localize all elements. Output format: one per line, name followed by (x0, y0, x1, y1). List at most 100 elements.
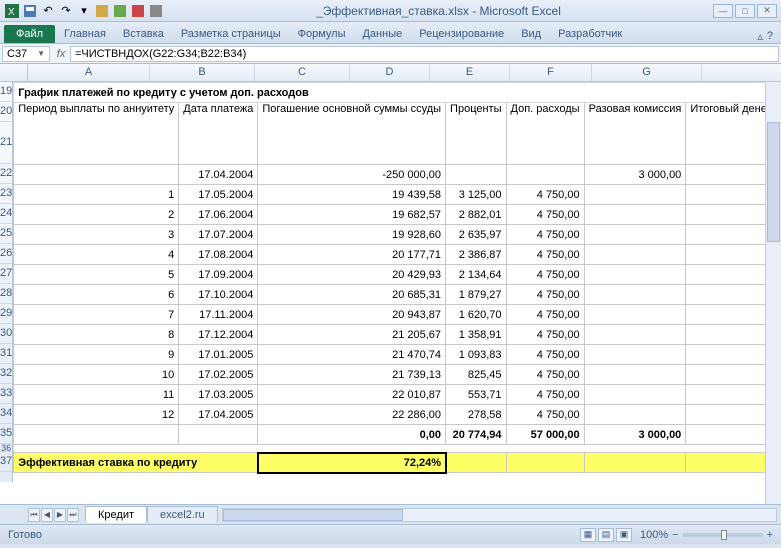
sheet-nav-next-icon[interactable]: ▶ (54, 508, 66, 522)
cell[interactable]: 11 (14, 385, 179, 405)
cell[interactable] (584, 305, 686, 325)
cell[interactable]: 17.12.2004 (179, 325, 258, 345)
sheet-tab-excel2[interactable]: excel2.ru (147, 506, 218, 523)
view-page-icon[interactable]: ▤ (598, 528, 614, 542)
cell[interactable]: 2 882,01 (446, 205, 506, 225)
total-a[interactable] (14, 425, 179, 445)
cell[interactable] (14, 165, 179, 185)
cell[interactable]: 3 125,00 (446, 185, 506, 205)
cell[interactable]: 1 (14, 185, 179, 205)
cell[interactable]: 17.10.2004 (179, 285, 258, 305)
hdr-interest[interactable]: Проценты (446, 103, 506, 165)
row-22[interactable]: 22 (0, 164, 12, 184)
minimize-icon[interactable]: — (713, 4, 733, 18)
cell[interactable]: 17.05.2004 (179, 185, 258, 205)
cell[interactable]: 20 429,93 (258, 265, 446, 285)
cell[interactable]: 21 470,74 (258, 345, 446, 365)
cell[interactable]: 22 286,00 (258, 405, 446, 425)
row-31[interactable]: 31 (0, 344, 12, 364)
hdr-period[interactable]: Период выплаты по аннуитету (14, 103, 179, 165)
view-break-icon[interactable]: ▣ (616, 528, 632, 542)
tab-insert[interactable]: Вставка (115, 25, 172, 43)
row-20-21[interactable]: 2021 (0, 102, 12, 164)
total-e[interactable]: 57 000,00 (506, 425, 584, 445)
sheet-nav-prev-icon[interactable]: ◀ (41, 508, 53, 522)
name-box-dropdown-icon[interactable]: ▼ (37, 49, 45, 58)
row-19[interactable]: 19 (0, 82, 12, 102)
row-25[interactable]: 25 (0, 224, 12, 244)
cell[interactable]: 19 439,58 (258, 185, 446, 205)
excel-icon[interactable]: X (4, 3, 20, 19)
help-icon[interactable]: ? (767, 30, 773, 43)
cell[interactable]: 1 358,91 (446, 325, 506, 345)
cell[interactable] (584, 325, 686, 345)
cell[interactable]: -250 000,00 (258, 165, 446, 185)
row-34[interactable]: 34 (0, 404, 12, 424)
zoom-slider[interactable] (683, 533, 763, 537)
cell[interactable] (584, 285, 686, 305)
cell[interactable]: 17.07.2004 (179, 225, 258, 245)
qat-icon-1[interactable] (94, 3, 110, 19)
cell[interactable] (584, 245, 686, 265)
cell[interactable]: 17.03.2005 (179, 385, 258, 405)
cell[interactable]: 825,45 (446, 365, 506, 385)
cell[interactable]: 19 682,57 (258, 205, 446, 225)
hscroll-thumb[interactable] (223, 509, 403, 521)
name-box[interactable]: C37 ▼ (2, 46, 50, 62)
tab-developer[interactable]: Разработчик (550, 25, 630, 43)
hdr-date[interactable]: Дата платежа (179, 103, 258, 165)
cell[interactable]: 4 750,00 (506, 245, 584, 265)
zoom-in-icon[interactable]: + (767, 529, 773, 541)
cell[interactable]: 17.02.2005 (179, 365, 258, 385)
row-26[interactable]: 26 (0, 244, 12, 264)
file-tab[interactable]: Файл (4, 25, 55, 43)
cell[interactable]: 2 134,64 (446, 265, 506, 285)
qat-icon-2[interactable] (112, 3, 128, 19)
cell[interactable]: 278,58 (446, 405, 506, 425)
cell[interactable] (584, 405, 686, 425)
row-27[interactable]: 27 (0, 264, 12, 284)
col-B[interactable]: B (150, 64, 255, 81)
cell[interactable]: 20 685,31 (258, 285, 446, 305)
cell[interactable]: 4 750,00 (506, 185, 584, 205)
cell[interactable] (446, 165, 506, 185)
tab-formulas[interactable]: Формулы (290, 25, 354, 43)
col-E[interactable]: E (430, 64, 510, 81)
cell[interactable]: 21 205,67 (258, 325, 446, 345)
cell[interactable]: 2 635,97 (446, 225, 506, 245)
cell[interactable]: 17.11.2004 (179, 305, 258, 325)
cell[interactable]: 10 (14, 365, 179, 385)
cell[interactable]: 17.01.2005 (179, 345, 258, 365)
eff-value-cell[interactable]: 72,24% (258, 453, 446, 473)
tab-home[interactable]: Главная (56, 25, 114, 43)
cell[interactable]: 4 750,00 (506, 305, 584, 325)
qat-icon-4[interactable] (148, 3, 164, 19)
table-title[interactable]: График платежей по кредиту с учетом доп.… (14, 83, 781, 103)
zoom-out-icon[interactable]: − (672, 529, 678, 541)
cell[interactable]: 4 750,00 (506, 345, 584, 365)
zoom-slider-knob[interactable] (721, 530, 727, 540)
cell-grid[interactable]: График платежей по кредиту с учетом доп.… (13, 82, 781, 482)
row-36[interactable]: 36 (0, 444, 12, 452)
sheet-tab-credit[interactable]: Кредит (85, 506, 147, 523)
row-32[interactable]: 32 (0, 364, 12, 384)
vscroll-thumb[interactable] (767, 122, 780, 242)
cell[interactable] (584, 225, 686, 245)
cell[interactable]: 8 (14, 325, 179, 345)
cell[interactable]: 17.08.2004 (179, 245, 258, 265)
cell[interactable]: 19 928,60 (258, 225, 446, 245)
cell[interactable]: 3 (14, 225, 179, 245)
cell[interactable]: 17.04.2005 (179, 405, 258, 425)
hdr-principal[interactable]: Погашение основной суммы ссуды (258, 103, 446, 165)
cell[interactable]: 1 879,27 (446, 285, 506, 305)
cell[interactable] (584, 385, 686, 405)
eff-label[interactable]: Эффективная ставка по кредиту (14, 453, 258, 473)
select-all-corner[interactable] (0, 64, 28, 81)
cell[interactable]: 20 177,71 (258, 245, 446, 265)
cell[interactable]: 1 093,83 (446, 345, 506, 365)
tab-page-layout[interactable]: Разметка страницы (173, 25, 289, 43)
tab-data[interactable]: Данные (354, 25, 410, 43)
cell[interactable]: 4 750,00 (506, 225, 584, 245)
col-G[interactable]: G (592, 64, 702, 81)
cell[interactable]: 22 010,87 (258, 385, 446, 405)
